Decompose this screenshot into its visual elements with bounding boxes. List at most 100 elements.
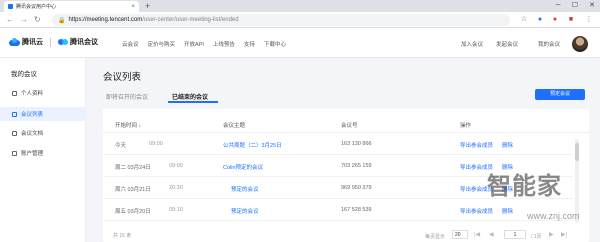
column-header-actions: 操作 — [460, 123, 472, 129]
table-row: 周六 03月21日 20:30 预定的会议 969 950 379 导出参会成员… — [103, 177, 573, 199]
column-header-topic: 会议主题 — [223, 123, 246, 129]
first-page-icon[interactable]: |◀ — [474, 231, 480, 238]
tab-ended[interactable]: 已结束的会议 — [172, 92, 208, 101]
sidebar-item-documents[interactable]: 会议文档 — [0, 126, 86, 140]
list-icon — [12, 111, 17, 117]
bookmark-star-icon[interactable]: ☆ — [519, 15, 529, 25]
avatar[interactable] — [572, 36, 588, 52]
column-header-number: 会议号 — [341, 123, 358, 129]
nav-item[interactable]: 开放API — [184, 40, 204, 48]
delete-link[interactable]: 删除 — [502, 163, 513, 171]
delete-link[interactable]: 删除 — [502, 185, 513, 193]
row-time: 09:00 — [169, 163, 183, 169]
export-participants-link[interactable]: 导出参会成员 — [460, 141, 493, 149]
row-meeting-number: 703 265 159 — [341, 163, 372, 169]
column-header-time[interactable]: 开始时间 ↓ — [115, 121, 141, 129]
meeting-logo-icon — [58, 38, 68, 46]
reload-icon[interactable]: ↻ — [34, 15, 41, 25]
nav-item[interactable]: 上线预告 — [213, 40, 235, 48]
minimize-icon[interactable]: ─ — [550, 0, 566, 12]
export-participants-link[interactable]: 导出参会成员 — [460, 207, 493, 215]
sidebar-item-label: 会议文档 — [21, 131, 44, 137]
sidebar-item-profile[interactable]: 个人资料 — [0, 86, 86, 100]
document-icon — [12, 130, 17, 136]
prev-page-icon[interactable]: ◀ — [489, 231, 494, 238]
join-meeting-link[interactable]: 加入会议 — [461, 40, 483, 48]
row-date: 今天 — [115, 143, 127, 149]
nav-item[interactable]: 定价与购买 — [148, 40, 176, 48]
maximize-icon[interactable]: ☐ — [567, 0, 583, 12]
url-path: /user-center/user-meeting-list/ended — [142, 17, 239, 23]
schedule-meeting-button[interactable]: 预定会议 — [535, 89, 585, 100]
favicon-icon — [8, 4, 13, 9]
back-icon[interactable]: ← — [6, 15, 14, 25]
nav-item[interactable]: 下载中心 — [264, 40, 286, 48]
row-topic-link[interactable]: 预定的会议 — [231, 185, 259, 193]
nav-item[interactable]: 云会议 — [122, 40, 139, 48]
browser-tab-bar: 腾讯会议用户中心 × + ─ ☐ ✕ — [0, 0, 600, 12]
cloud-logo-icon — [9, 38, 20, 46]
lock-icon: 🔒 — [58, 17, 66, 24]
row-meeting-number: 163 130 866 — [341, 141, 372, 147]
row-meeting-number: 969 950 379 — [341, 185, 372, 191]
sidebar-item-label: 账户管理 — [21, 151, 44, 157]
top-nav: 云会议 定价与购买 开放API 上线预告 支持 下载中心 — [122, 40, 286, 48]
brand-divider — [50, 38, 51, 47]
delete-link[interactable]: 删除 — [502, 141, 513, 149]
account-icon — [12, 150, 17, 156]
row-topic-link[interactable]: 预定的会议 — [231, 207, 259, 215]
total-count: 共 15 条 — [113, 233, 132, 239]
extension-icon[interactable]: ● — [550, 15, 560, 25]
row-time: 09:00 — [149, 141, 163, 147]
url-host: https://meeting.tencent.com — [68, 17, 143, 23]
app-header: 腾讯云 腾讯会议 云会议 定价与购买 开放API 上线预告 支持 下载中心 加入… — [0, 28, 600, 58]
active-tab-indicator — [168, 101, 218, 103]
brand-cloud-text: 腾讯云 — [22, 39, 43, 46]
page-total: / 1页 — [531, 234, 542, 240]
menu-icon[interactable]: ⋮ — [584, 15, 594, 25]
nav-item[interactable]: 支持 — [244, 40, 255, 48]
row-topic-link[interactable]: Colin预定的会议 — [223, 163, 263, 171]
scrollbar-thumb[interactable] — [575, 143, 579, 161]
row-date: 周六 03月21日 — [115, 187, 151, 193]
url-text: https://meeting.tencent.com/user-center/… — [68, 17, 238, 23]
row-date: 周二 03月24日 — [115, 165, 151, 171]
row-time: 09:10 — [169, 207, 183, 213]
start-meeting-link[interactable]: 发起会议 — [496, 40, 518, 48]
delete-link[interactable]: 删除 — [502, 207, 513, 215]
sidebar-title: 我的会议 — [11, 71, 37, 78]
extension-icon[interactable]: ● — [535, 15, 545, 25]
tab-upcoming[interactable]: 即将召开的会议 — [106, 92, 148, 101]
page-number-input[interactable]: 1 — [504, 230, 526, 239]
next-page-icon[interactable]: ▶ — [549, 231, 554, 238]
sidebar-item-label: 个人资料 — [21, 91, 44, 97]
close-window-icon[interactable]: ✕ — [584, 0, 600, 12]
table-row: 周五 03月20日 09:10 预定的会议 167 528 539 导出参会成员… — [103, 199, 573, 221]
tencent-cloud-logo[interactable]: 腾讯云 — [9, 37, 43, 47]
row-meeting-number: 167 528 539 — [341, 207, 372, 213]
row-time: 20:30 — [169, 185, 183, 191]
sidebar-item-account[interactable]: 账户管理 — [0, 146, 86, 160]
sidebar-item-label: 会议列表 — [21, 112, 44, 118]
table-row: 今天 09:00 公共周题（二）3月25日 163 130 866 导出参会成员… — [103, 133, 573, 155]
sidebar: 我的会议 个人资料 会议列表 会议文档 账户管理 — [0, 58, 86, 242]
per-page-label: 每页显示 — [425, 234, 446, 240]
user-icon — [12, 90, 17, 96]
export-participants-link[interactable]: 导出参会成员 — [460, 185, 493, 193]
table-row: 周二 03月24日 09:00 Colin预定的会议 703 265 159 导… — [103, 155, 573, 177]
new-tab-button[interactable]: + — [145, 1, 150, 11]
url-input[interactable]: 🔒 https://meeting.tencent.com/user-cente… — [52, 14, 510, 26]
page-title: 会议列表 — [103, 72, 142, 83]
export-participants-link[interactable]: 导出参会成员 — [460, 163, 493, 171]
tencent-meeting-logo[interactable]: 腾讯会议 — [58, 37, 98, 47]
browser-tab[interactable]: 腾讯会议用户中心 × — [4, 1, 139, 12]
extension-icon[interactable]: ■ — [566, 15, 576, 25]
forward-icon[interactable]: → — [20, 15, 28, 25]
table-scrollbar[interactable] — [575, 139, 579, 223]
row-topic-link[interactable]: 公共周题（二）3月25日 — [223, 141, 282, 149]
per-page-select[interactable]: 20 — [452, 230, 468, 239]
my-meetings-link[interactable]: 我的会议 — [538, 40, 560, 48]
sidebar-item-meeting-list[interactable]: 会议列表 — [0, 107, 86, 121]
last-page-icon[interactable]: ▶| — [561, 231, 567, 238]
tab-close-icon[interactable]: × — [131, 4, 135, 10]
